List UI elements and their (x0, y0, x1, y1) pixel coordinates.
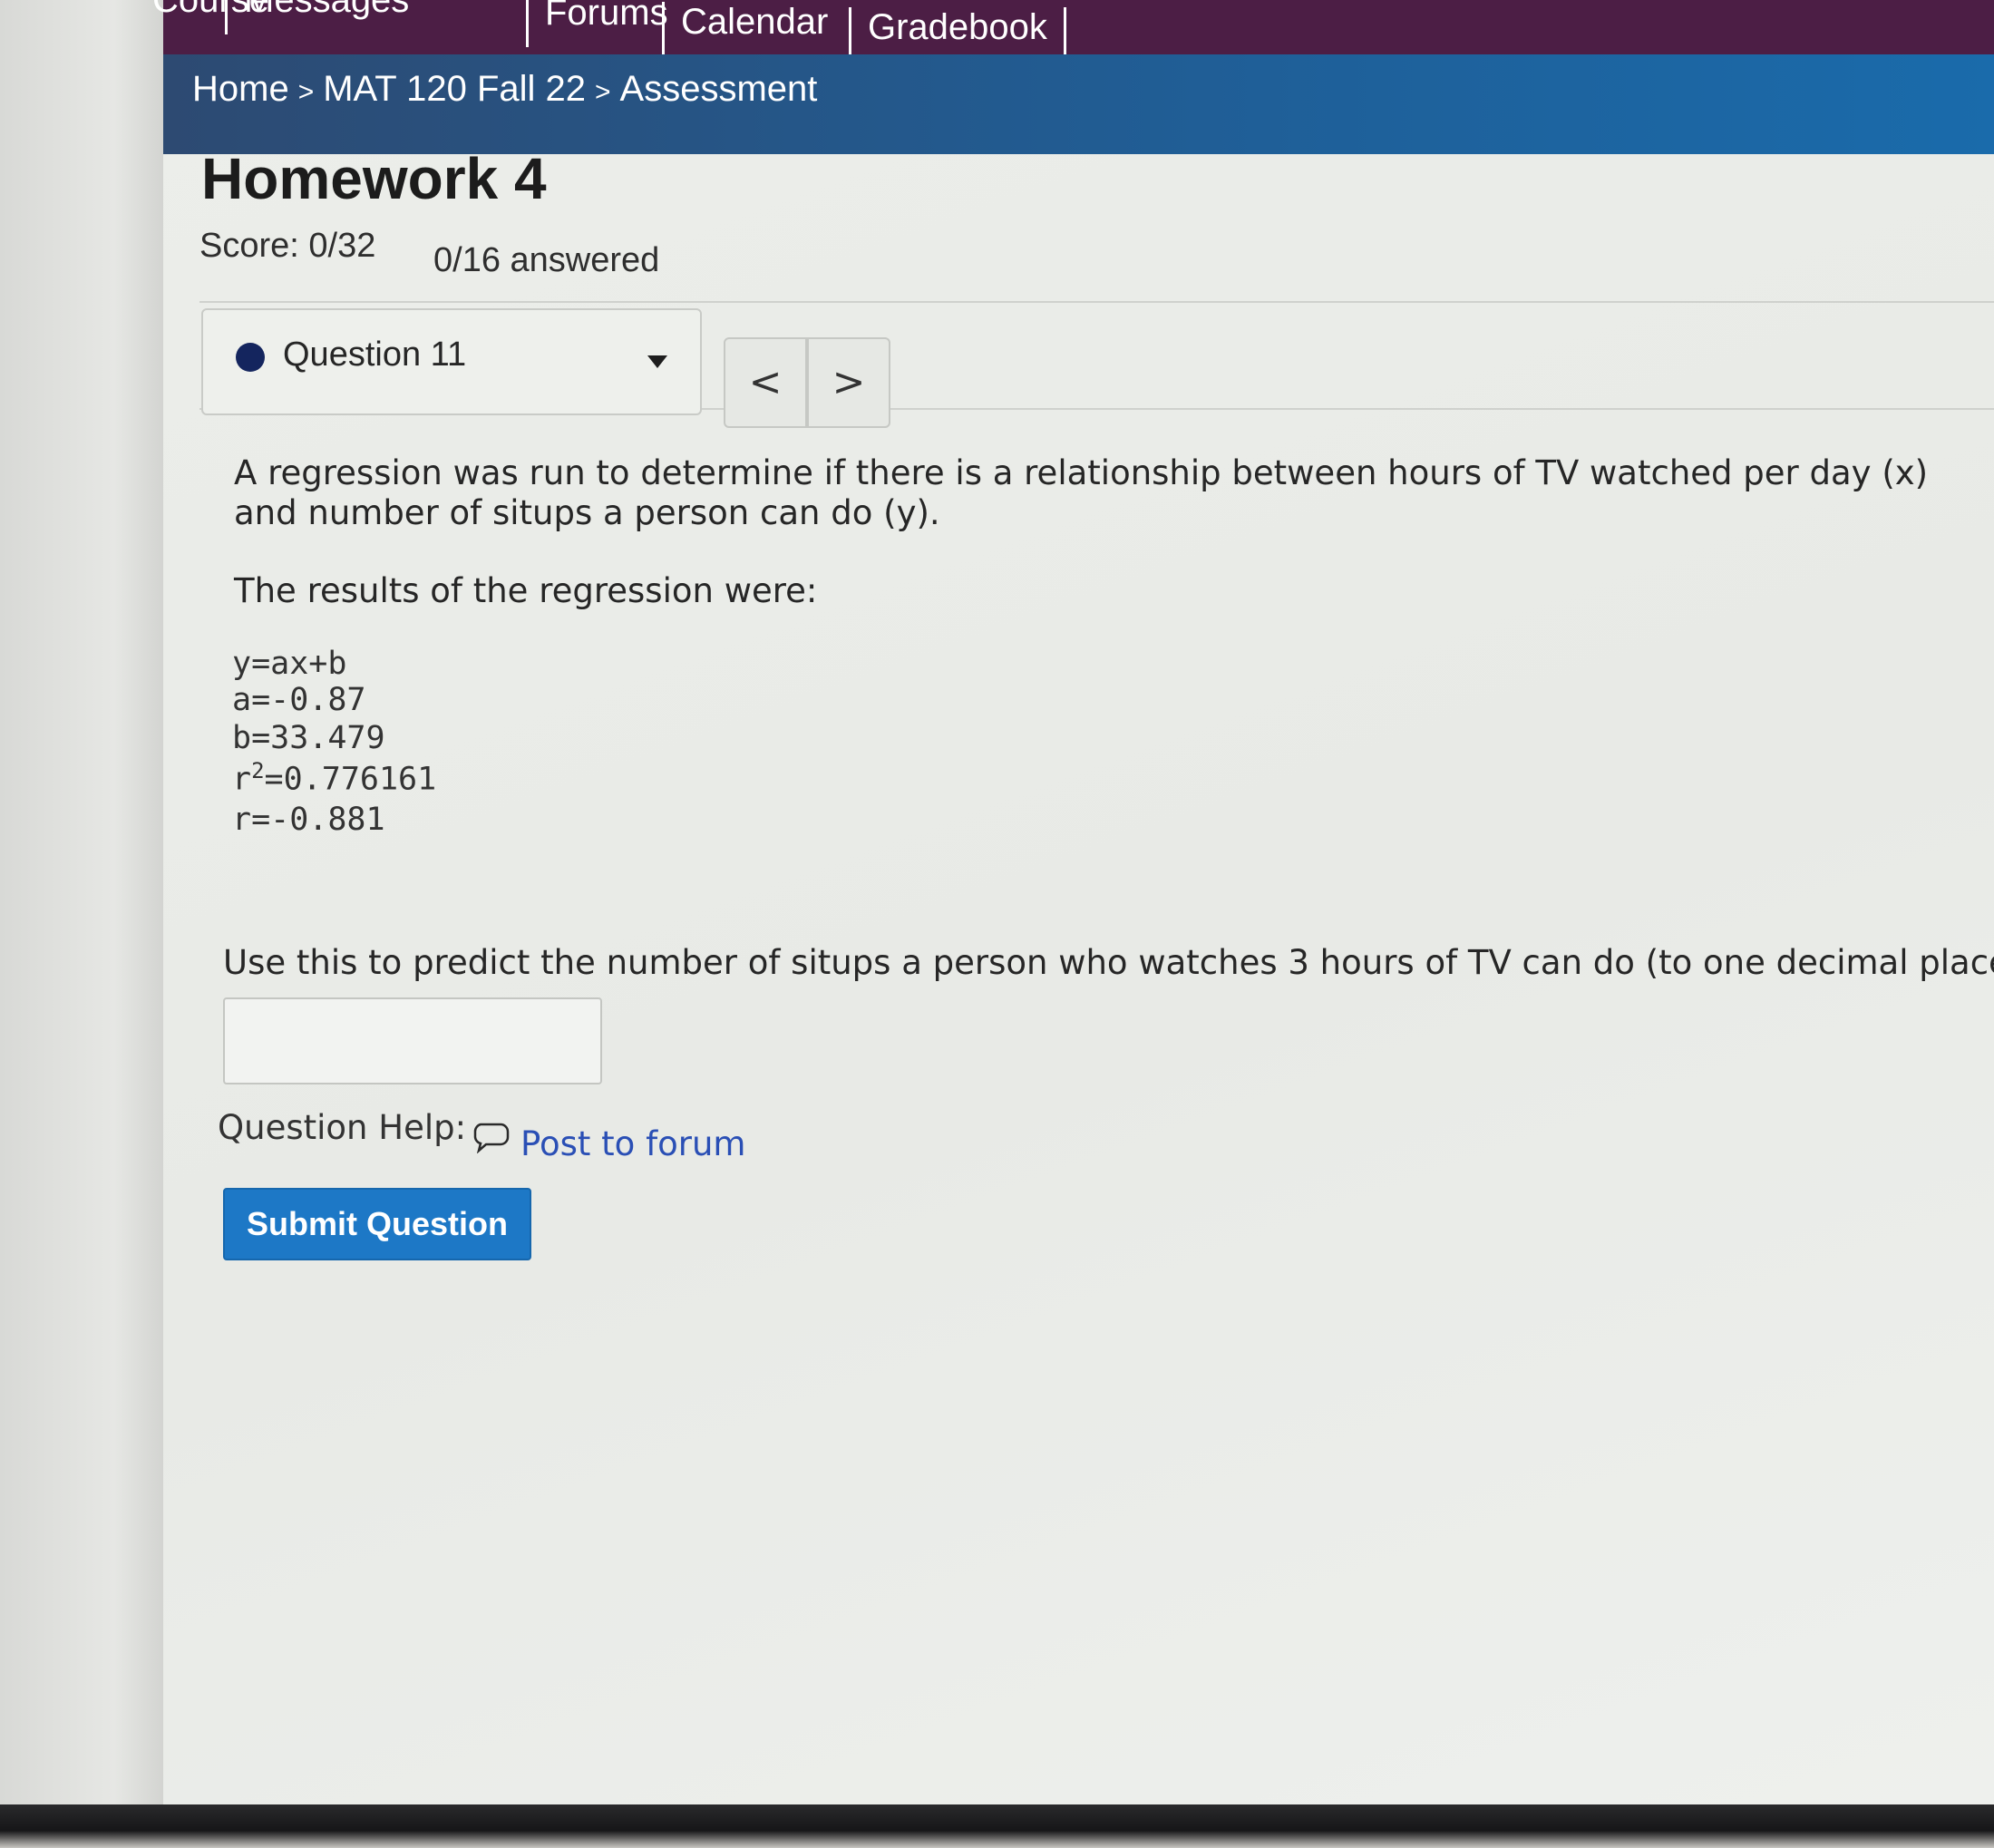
prediction-prompt: Use this to predict the number of situps… (223, 943, 1994, 982)
monitor-bezel (0, 1804, 1994, 1848)
tab-forums[interactable]: Forums (526, 0, 685, 47)
regression-equation: y=ax+b (232, 646, 347, 682)
previous-question-button[interactable]: < (724, 337, 807, 428)
top-nav: Course Messages Forums Calendar Gradeboo… (152, 0, 1994, 62)
regression-r-squared: r2=0.776161 (232, 758, 436, 798)
breadcrumb-course[interactable]: MAT 120 Fall 22 (323, 69, 586, 109)
page-title: Homework 4 (201, 146, 547, 211)
question-select-label: Question 11 (283, 336, 467, 374)
breadcrumb-assessment: Assessment (619, 69, 818, 109)
regression-b: b=33.479 (232, 720, 385, 756)
results-intro: The results of the regression were: (234, 571, 818, 610)
question-help-label: Question Help: (218, 1108, 467, 1147)
submit-question-button[interactable]: Submit Question (223, 1188, 531, 1260)
answered-count: 0/16 answered (433, 241, 660, 279)
next-question-button[interactable]: > (807, 337, 890, 428)
breadcrumb-separator: > (297, 77, 315, 107)
breadcrumb-home[interactable]: Home (192, 69, 289, 109)
tab-calendar[interactable]: Calendar (662, 2, 844, 56)
main-content: Course Messages Forums Calendar Gradeboo… (152, 0, 1994, 1804)
breadcrumb: Home > MAT 120 Fall 22 > Assessment (192, 69, 817, 110)
post-to-forum-link[interactable]: Post to forum (520, 1124, 745, 1163)
page-gutter (0, 0, 163, 1804)
breadcrumb-separator: > (595, 77, 611, 107)
breadcrumb-bar: Home > MAT 120 Fall 22 > Assessment (163, 54, 1994, 154)
r-squared-exponent: 2 (251, 758, 265, 783)
tab-messages[interactable]: Messages (225, 0, 425, 34)
chevron-down-icon (647, 355, 667, 368)
tab-gradebook[interactable]: Gradebook (849, 7, 1066, 62)
score-text: Score: 0/32 (199, 227, 376, 265)
question-select[interactable]: Question 11 (201, 308, 702, 415)
answer-input[interactable] (223, 997, 602, 1084)
question-status-dot (236, 343, 265, 372)
regression-a: a=-0.87 (232, 682, 366, 718)
speech-bubble-icon (473, 1123, 510, 1153)
regression-r: r=-0.881 (232, 802, 385, 838)
r-squared-value: =0.776161 (264, 761, 437, 798)
question-text: A regression was run to determine if the… (234, 453, 1929, 532)
r-squared-prefix: r (232, 761, 252, 798)
